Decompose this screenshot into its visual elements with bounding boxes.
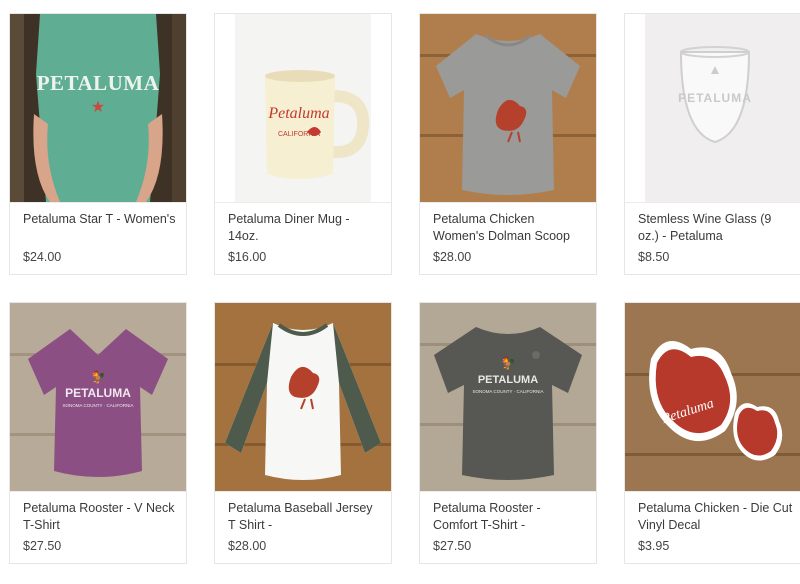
product-card[interactable]: Petaluma Baseball Jersey T Shirt - $28.0… — [214, 302, 392, 564]
svg-text:SONOMA COUNTY · CALIFORNIA: SONOMA COUNTY · CALIFORNIA — [63, 403, 134, 408]
product-price: $28.00 — [228, 539, 267, 553]
product-name[interactable]: Stemless Wine Glass (9 oz.) - Petaluma — [638, 211, 793, 245]
svg-text:PETALUMA: PETALUMA — [37, 71, 160, 95]
product-image[interactable] — [420, 14, 596, 203]
product-card[interactable]: PETALUMA Stemless Wine Glass (9 oz.) - P… — [624, 13, 800, 275]
svg-text:PETALUMA: PETALUMA — [65, 386, 131, 400]
product-price: $28.00 — [433, 250, 472, 264]
product-name[interactable]: Petaluma Chicken Women's Dolman Scoop — [433, 211, 588, 245]
product-price: $27.50 — [433, 539, 472, 553]
product-image[interactable] — [215, 303, 391, 492]
product-name[interactable]: Petaluma Diner Mug - 14oz. — [228, 211, 383, 245]
svg-text:🐓: 🐓 — [91, 370, 106, 384]
svg-text:Petaluma: Petaluma — [267, 105, 329, 122]
product-grid: PETALUMA ★ Petaluma Star T - Women's $24… — [0, 0, 800, 584]
product-name[interactable]: Petaluma Rooster - Comfort T-Shirt - — [433, 500, 588, 534]
product-image[interactable]: PETALUMA — [625, 14, 800, 203]
product-card[interactable]: 🐓 PETALUMA SONOMA COUNTY · CALIFORNIA Pe… — [419, 302, 597, 564]
svg-text:SONOMA COUNTY · CALIFORNIA: SONOMA COUNTY · CALIFORNIA — [473, 389, 544, 394]
svg-text:★: ★ — [91, 99, 105, 116]
product-price: $16.00 — [228, 250, 267, 264]
product-image[interactable]: Petaluma — [625, 303, 800, 492]
product-name[interactable]: Petaluma Rooster - V Neck T-Shirt — [23, 500, 178, 534]
product-card[interactable]: Petaluma Chicken Women's Dolman Scoop $2… — [419, 13, 597, 275]
product-price: $24.00 — [23, 250, 62, 264]
product-price: $27.50 — [23, 539, 62, 553]
product-image[interactable]: PETALUMA ★ — [10, 14, 186, 203]
product-name[interactable]: Petaluma Chicken - Die Cut Vinyl Decal — [638, 500, 793, 534]
product-name[interactable]: Petaluma Star T - Women's — [23, 211, 178, 228]
product-image[interactable]: 🐓 PETALUMA SONOMA COUNTY · CALIFORNIA — [420, 303, 596, 492]
product-price: $8.50 — [638, 250, 670, 264]
product-image[interactable]: 🐓 PETALUMA SONOMA COUNTY · CALIFORNIA — [10, 303, 186, 492]
product-name[interactable]: Petaluma Baseball Jersey T Shirt - — [228, 500, 383, 534]
svg-text:PETALUMA: PETALUMA — [678, 91, 752, 105]
product-price: $3.95 — [638, 539, 670, 553]
product-card[interactable]: 🐓 PETALUMA SONOMA COUNTY · CALIFORNIA Pe… — [9, 302, 187, 564]
product-card[interactable]: Petaluma Petaluma Chicken - Die Cut Viny… — [624, 302, 800, 564]
product-card[interactable]: Petaluma CALIFORNIA Petaluma Diner Mug -… — [214, 13, 392, 275]
svg-text:🐓: 🐓 — [501, 356, 516, 370]
product-image[interactable]: Petaluma CALIFORNIA — [215, 14, 391, 203]
svg-text:PETALUMA: PETALUMA — [478, 374, 538, 386]
product-card[interactable]: PETALUMA ★ Petaluma Star T - Women's $24… — [9, 13, 187, 275]
